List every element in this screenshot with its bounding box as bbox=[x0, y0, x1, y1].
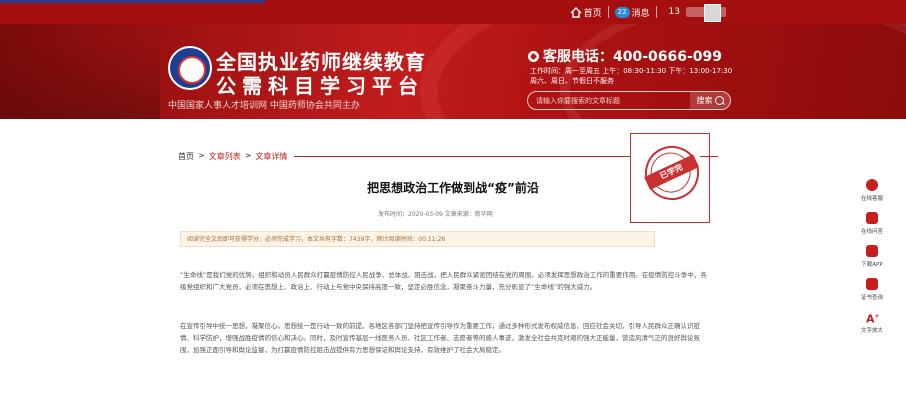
float-item-label: 在线问答 bbox=[860, 229, 883, 235]
nav-divider bbox=[607, 6, 609, 18]
reading-notice: 阅读完全文后即可获得学分，必须完成学习，本文共有字数：7439字，预计阅读时间：… bbox=[180, 231, 655, 247]
site-title-line2: 公需科目学习平台 bbox=[216, 74, 424, 98]
breadcrumb-home[interactable]: 首页 bbox=[178, 151, 194, 162]
float-item-label: 在线客服 bbox=[860, 196, 883, 202]
float-item-download-app[interactable]: 下载APP bbox=[857, 245, 887, 275]
float-item-label: 下载APP bbox=[861, 262, 883, 268]
service-hours: 工作时间：周一至周五 上午：08:30-11:30 下午：13:00-17:30 bbox=[530, 67, 733, 75]
float-item-certificate[interactable]: 证书查询 bbox=[857, 278, 887, 308]
top-accent-strip bbox=[0, 0, 265, 3]
logo[interactable] bbox=[168, 46, 212, 90]
headset-icon bbox=[866, 179, 878, 191]
breadcrumb-divider bbox=[294, 156, 630, 157]
app-icon bbox=[866, 245, 878, 257]
float-item-font-size[interactable]: A+ 文字放大 bbox=[857, 311, 887, 341]
hotline: 客服电话：400-0666-099 bbox=[528, 46, 722, 66]
messages-label: 消息 bbox=[631, 8, 650, 19]
home-icon bbox=[570, 6, 582, 18]
breadcrumb-list[interactable]: 文章列表 bbox=[209, 151, 241, 162]
hotline-text: 客服电话：400-0666-099 bbox=[543, 49, 723, 65]
nav-divider bbox=[655, 6, 657, 18]
float-item-qa[interactable]: 在线问答 bbox=[857, 212, 887, 242]
messages-link[interactable]: 22 消息 bbox=[614, 6, 650, 19]
breadcrumb-separator: > bbox=[198, 151, 205, 160]
font-size-icon: A+ bbox=[866, 312, 880, 326]
search-input[interactable] bbox=[528, 92, 690, 109]
phone-icon bbox=[528, 50, 539, 62]
chat-icon bbox=[866, 212, 878, 224]
float-item-label: 文字放大 bbox=[860, 328, 883, 334]
article-paragraph: 在宣传引导中统一思想，凝聚信心。思想统一是行动一致的前提。各地区各部门坚持把宣传… bbox=[180, 322, 700, 354]
header-banner: 全国执业药师继续教育 公需科目学习平台 中国国家人事人才培训网 中国药师协会共同… bbox=[0, 24, 906, 119]
article-paragraph: “生命线”是我们党的优势。组织和动员人民群众打赢疫情防控人民战争、总体战、阻击战… bbox=[180, 271, 707, 291]
avatar[interactable] bbox=[704, 4, 721, 22]
search-button-label: 搜索 bbox=[696, 96, 713, 105]
side-float-bar: 在线客服 在线问答 下载APP 证书查询 A+ 文字放大 bbox=[857, 177, 887, 344]
search-bar: 搜索 bbox=[527, 91, 731, 110]
top-nav: 首页 22 消息 13 bbox=[570, 0, 726, 24]
search-icon bbox=[714, 96, 724, 105]
article-title: 把思想政治工作做到战“疫”前沿 bbox=[367, 181, 539, 195]
breadcrumb-separator: > bbox=[244, 151, 252, 160]
user-phone[interactable]: 13 bbox=[669, 7, 680, 17]
float-item-customer-service[interactable]: 在线客服 bbox=[857, 179, 887, 209]
breadcrumb-detail: 文章详情 bbox=[255, 152, 288, 161]
float-item-label: 证书查询 bbox=[860, 295, 883, 301]
home-link[interactable]: 首页 bbox=[570, 6, 602, 19]
breadcrumb: 首页 > 文章列表 > 文章详情 bbox=[178, 151, 287, 162]
top-bar: 首页 22 消息 13 bbox=[0, 0, 906, 24]
great-wall-graphic bbox=[0, 39, 160, 119]
search-button[interactable]: 搜索 bbox=[690, 92, 730, 109]
site-slogan: 中国国家人事人才培训网 中国药师协会共同主办 bbox=[168, 101, 360, 111]
service-hours-note: 周六、周日、节假日不服务 bbox=[530, 77, 614, 85]
article-meta: 发布时间：2020-03-09 文章来源：新华网 bbox=[378, 211, 493, 218]
certificate-icon bbox=[866, 278, 878, 290]
home-link-label: 首页 bbox=[583, 8, 602, 19]
message-count-badge: 22 bbox=[614, 6, 630, 18]
